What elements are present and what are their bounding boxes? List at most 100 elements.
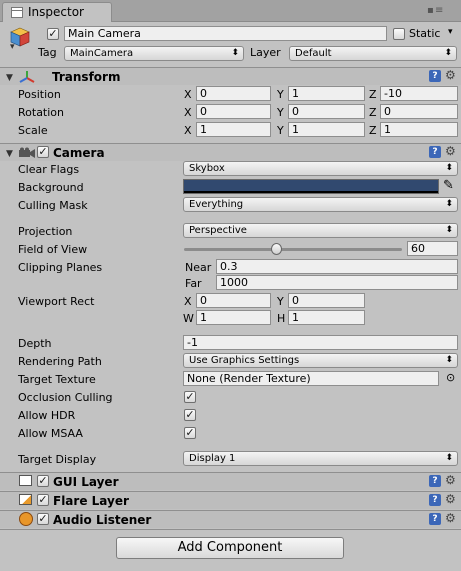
target-display-value: Display 1: [189, 453, 236, 464]
viewport-h-field[interactable]: 1: [288, 310, 365, 325]
rendering-path-dropdown[interactable]: Use Graphics Settings ⬍: [183, 353, 458, 368]
object-dropdown-icon[interactable]: ▾: [10, 42, 15, 52]
scale-x-field[interactable]: 1: [196, 122, 271, 137]
axis-y-label[interactable]: Y: [277, 106, 284, 119]
gui-layer-title: GUI Layer: [53, 475, 119, 489]
axis-y-label[interactable]: Y: [277, 124, 284, 137]
transform-icon: [19, 70, 35, 84]
projection-dropdown[interactable]: Perspective ⬍: [183, 223, 458, 238]
culling-mask-label: Culling Mask: [18, 199, 88, 212]
add-component-button[interactable]: Add Component: [116, 537, 344, 559]
viewport-rect-label: Viewport Rect: [18, 295, 95, 308]
gui-layer-icon: [19, 475, 32, 486]
scale-y-field[interactable]: 1: [288, 122, 365, 137]
target-display-label: Target Display: [18, 453, 97, 466]
object-picker-icon[interactable]: ⊙: [446, 371, 455, 384]
fov-field[interactable]: 60: [407, 241, 458, 256]
viewport-x-field[interactable]: 0: [196, 293, 271, 308]
rotation-y-field[interactable]: 0: [288, 104, 365, 119]
axis-x-label[interactable]: X: [184, 124, 192, 137]
dropdown-arrow-icon: ⬍: [445, 355, 453, 365]
foldout-arrow-icon[interactable]: ▼: [6, 149, 13, 159]
foldout-arrow-icon[interactable]: ▼: [6, 73, 13, 83]
culling-mask-dropdown[interactable]: Everything ⬍: [183, 197, 458, 212]
target-texture-field[interactable]: None (Render Texture): [183, 371, 439, 386]
axis-x-label[interactable]: X: [184, 106, 192, 119]
gear-icon[interactable]: ⚙: [445, 473, 456, 487]
rotation-z-field[interactable]: 0: [380, 104, 458, 119]
axis-y-label[interactable]: Y: [277, 88, 284, 101]
object-name-field[interactable]: Main Camera: [64, 26, 387, 41]
gear-icon[interactable]: ⚙: [445, 511, 456, 525]
background-label: Background: [18, 181, 84, 194]
background-color-field[interactable]: [183, 179, 439, 194]
flare-layer-checkbox[interactable]: ✓: [37, 494, 49, 506]
allow-msaa-checkbox[interactable]: ✓: [184, 427, 196, 439]
axis-z-label[interactable]: Z: [369, 124, 377, 137]
layer-label: Layer: [250, 46, 281, 59]
help-icon[interactable]: ?: [429, 70, 441, 82]
camera-enabled-checkbox[interactable]: ✓: [37, 146, 49, 158]
dropdown-arrow-icon: ⬍: [445, 453, 453, 463]
dropdown-arrow-icon: ⬍: [445, 163, 453, 173]
static-label: Static: [409, 27, 441, 40]
fov-label: Field of View: [18, 243, 88, 256]
gear-icon[interactable]: ⚙: [445, 492, 456, 506]
occlusion-culling-checkbox[interactable]: ✓: [184, 391, 196, 403]
scale-label: Scale: [18, 124, 48, 137]
viewport-w-field[interactable]: 1: [196, 310, 271, 325]
gui-layer-checkbox[interactable]: ✓: [37, 475, 49, 487]
position-y-field[interactable]: 1: [288, 86, 365, 101]
viewport-h-label[interactable]: H: [277, 312, 285, 325]
divider: [0, 529, 461, 530]
rotation-x-field[interactable]: 0: [196, 104, 271, 119]
occlusion-culling-label: Occlusion Culling: [18, 391, 113, 404]
help-icon[interactable]: ?: [429, 494, 441, 506]
target-display-dropdown[interactable]: Display 1 ⬍: [183, 451, 458, 466]
layer-dropdown[interactable]: Default ⬍: [289, 46, 457, 61]
tag-value: MainCamera: [70, 48, 134, 59]
culling-mask-value: Everything: [189, 199, 244, 210]
position-z-field[interactable]: -10: [380, 86, 458, 101]
tag-label: Tag: [38, 46, 57, 59]
help-icon[interactable]: ?: [429, 146, 441, 158]
clear-flags-dropdown[interactable]: Skybox ⬍: [183, 161, 458, 176]
depth-field[interactable]: -1: [183, 335, 458, 350]
axis-x-label[interactable]: X: [184, 88, 192, 101]
viewport-x-label[interactable]: X: [184, 295, 192, 308]
window-menu-icon[interactable]: ▪ ≡: [427, 5, 443, 16]
fov-slider-track[interactable]: [184, 248, 402, 251]
viewport-y-field[interactable]: 0: [288, 293, 365, 308]
gear-icon[interactable]: ⚙: [445, 68, 456, 82]
scale-z-field[interactable]: 1: [380, 122, 458, 137]
fov-slider-thumb[interactable]: [270, 243, 282, 255]
position-x-field[interactable]: 0: [196, 86, 271, 101]
tab-inspector[interactable]: Inspector: [2, 2, 112, 22]
active-checkbox[interactable]: ✓: [47, 28, 59, 40]
audio-listener-icon: [19, 512, 33, 526]
viewport-w-label[interactable]: W: [183, 312, 194, 325]
dropdown-arrow-icon: ⬍: [231, 48, 239, 58]
projection-label: Projection: [18, 225, 73, 238]
far-field[interactable]: 1000: [216, 275, 458, 290]
static-dropdown-icon[interactable]: ▾: [448, 27, 453, 37]
audio-listener-checkbox[interactable]: ✓: [37, 513, 49, 525]
flare-layer-icon: [19, 494, 32, 505]
tab-inspector-label: Inspector: [28, 5, 84, 19]
help-icon[interactable]: ?: [429, 475, 441, 487]
axis-z-label[interactable]: Z: [369, 88, 377, 101]
axis-z-label[interactable]: Z: [369, 106, 377, 119]
depth-label: Depth: [18, 337, 52, 350]
clear-flags-label: Clear Flags: [18, 163, 80, 176]
gear-icon[interactable]: ⚙: [445, 144, 456, 158]
help-icon[interactable]: ?: [429, 513, 441, 525]
eyedropper-icon[interactable]: ✎: [443, 178, 454, 193]
tag-dropdown[interactable]: MainCamera ⬍: [64, 46, 244, 61]
viewport-y-label[interactable]: Y: [277, 295, 284, 308]
near-field[interactable]: 0.3: [216, 259, 458, 274]
static-checkbox[interactable]: [393, 28, 405, 40]
near-label: Near: [185, 261, 212, 274]
target-texture-label: Target Texture: [18, 373, 96, 386]
allow-hdr-checkbox[interactable]: ✓: [184, 409, 196, 421]
allow-msaa-label: Allow MSAA: [18, 427, 83, 440]
